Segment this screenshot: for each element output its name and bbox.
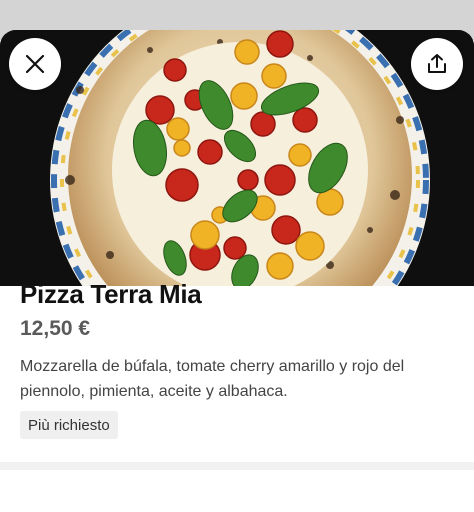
- close-icon: [25, 54, 45, 74]
- close-button[interactable]: [9, 38, 61, 90]
- share-icon: [428, 54, 446, 73]
- popular-badge: Più richiesto: [20, 411, 118, 439]
- pizza-illustration: [0, 30, 474, 286]
- share-button[interactable]: [411, 38, 463, 90]
- item-title: Pizza Terra Mia: [20, 279, 202, 309]
- item-detail-sheet: [0, 30, 474, 512]
- pizza-photo: [0, 30, 474, 286]
- item-price: 12,50 €: [20, 317, 91, 340]
- section-divider: [0, 462, 474, 470]
- item-description: Mozzarella de búfala, tomate cherry amar…: [20, 358, 405, 400]
